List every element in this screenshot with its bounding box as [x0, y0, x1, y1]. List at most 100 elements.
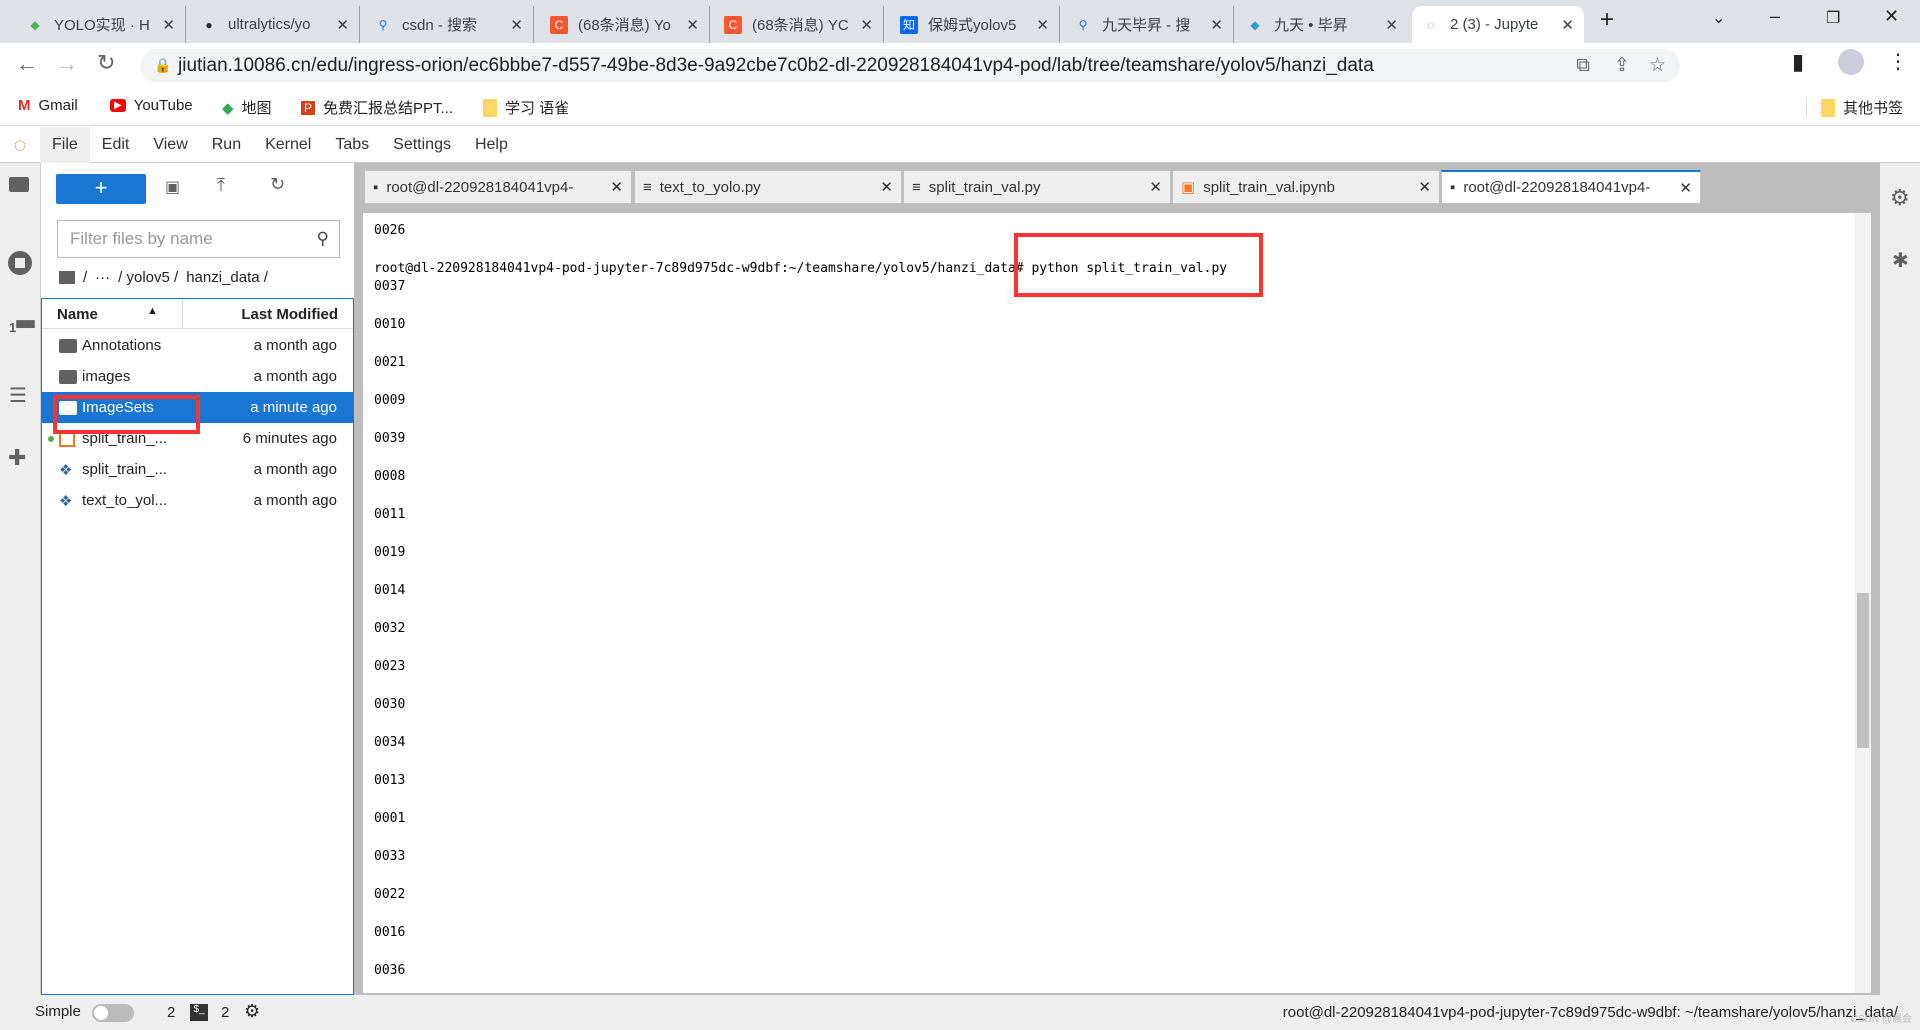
forward-icon[interactable]: → [56, 51, 78, 77]
file-row[interactable]: images a month ago [42, 361, 353, 392]
document-tab[interactable]: ≡ split_train_val.py ✕ [903, 170, 1171, 204]
tab-title: csdn - 搜索 [402, 17, 478, 34]
debugger-icon[interactable]: ✱ [1892, 248, 1909, 273]
menu-tabs[interactable]: Tabs [323, 127, 381, 163]
close-tab-icon[interactable]: ✕ [610, 178, 623, 196]
file-browser-icon[interactable] [9, 177, 29, 192]
close-window-icon[interactable]: ✕ [1884, 6, 1899, 27]
document-tab[interactable]: ▪ root@dl-220928184041vp4- ✕ [1441, 170, 1701, 204]
browser-tab[interactable]: ◌ 2 (3) - Jupyte ✕ [1412, 6, 1584, 43]
close-tab-icon[interactable]: ✕ [1679, 179, 1692, 197]
upload-icon[interactable]: ⤒ [217, 175, 225, 196]
close-tab-icon[interactable]: ✕ [686, 16, 699, 34]
csdn-icon: C [550, 15, 568, 34]
bookmark-label: YouTube [133, 97, 193, 114]
bookmark-maps[interactable]: ◆ 地图 [222, 97, 272, 118]
browser-tab[interactable]: ◆ YOLO实现 · H ✕ [16, 6, 186, 43]
column-name[interactable]: Name [57, 306, 98, 323]
menu-view[interactable]: View [141, 127, 199, 163]
extensions-icon[interactable]: ✚ [8, 445, 26, 471]
terminal-line: 0023 [374, 659, 406, 674]
menu-run[interactable]: Run [200, 127, 253, 163]
breadcrumb-root[interactable]: / [83, 269, 87, 286]
refresh-icon[interactable]: ↻ [270, 174, 285, 195]
share-icon[interactable]: ⇪ [1614, 49, 1630, 82]
close-tab-icon[interactable]: ✕ [162, 16, 175, 34]
translate-icon[interactable]: ⧉ [1576, 49, 1590, 82]
browser-tab[interactable]: ⚲ csdn - 搜索 ✕ [364, 6, 534, 43]
file-name: text_to_yol... [82, 492, 168, 509]
home-folder-icon[interactable] [59, 271, 75, 284]
running-sessions-icon[interactable] [8, 251, 32, 275]
filter-files-input[interactable]: Filter files by name ⚲ [57, 220, 340, 258]
close-tab-icon[interactable]: ✕ [880, 178, 893, 196]
bookmark-ppt[interactable]: P 免费汇报总结PPT... [301, 97, 453, 118]
toc-icon[interactable]: ☰ [9, 383, 27, 408]
close-tab-icon[interactable]: ✕ [1210, 16, 1223, 34]
close-tab-icon[interactable]: ✕ [1036, 16, 1049, 34]
bookmark-star-icon[interactable]: ☆ [1649, 49, 1666, 82]
menu-settings[interactable]: Settings [381, 127, 463, 163]
browser-tab[interactable]: C (68条消息) YC ✕ [714, 6, 884, 43]
file-row[interactable]: ❖ split_train_... a month ago [42, 454, 353, 485]
bookmark-label: 地图 [241, 100, 272, 117]
file-modified: a month ago [253, 461, 337, 478]
close-tab-icon[interactable]: ✕ [1385, 16, 1398, 34]
document-tab[interactable]: ▣ split_train_val.ipynb ✕ [1172, 170, 1440, 204]
menu-icon[interactable]: ⋮ [1888, 49, 1908, 74]
new-launcher-button[interactable]: + [56, 174, 146, 204]
close-tab-icon[interactable]: ✕ [1561, 16, 1574, 34]
close-tab-icon[interactable]: ✕ [336, 16, 349, 34]
browser-tab[interactable]: ◆ 九天 • 毕昇 ✕ [1236, 6, 1408, 43]
tab-title: (68条消息) Yo [578, 17, 671, 34]
bookmarks-bar: M Gmail ▶ YouTube ◆ 地图 P 免费汇报总结PPT... 学习 语雀 … [0, 88, 1920, 126]
reload-icon[interactable]: ↻ [97, 50, 115, 76]
back-icon[interactable]: ← [16, 51, 38, 77]
new-tab-icon[interactable]: + [1600, 6, 1614, 34]
url-input[interactable]: 🔒 jiutian.10086.cn/edu/ingress-orion/ec6b… [140, 49, 1680, 82]
browser-tab[interactable]: 知保姆式yolov5 ✕ [890, 6, 1060, 43]
tab-label: split_train_val.ipynb [1203, 178, 1335, 196]
browser-tab[interactable]: ● ultralytics/yo ✕ [190, 6, 360, 43]
restore-icon[interactable]: ❐ [1826, 8, 1840, 28]
terminal[interactable]: 0026 root@dl-220928184041vp4-pod-jupyter… [363, 213, 1871, 993]
document-tab[interactable]: ▪ root@dl-220928184041vp4- ✕ [364, 170, 632, 204]
side-panel-icon[interactable]: ▮ [1792, 49, 1804, 75]
close-tab-icon[interactable]: ✕ [860, 16, 873, 34]
browser-tab[interactable]: C (68条消息) Yo ✕ [540, 6, 710, 43]
feather-icon: ◆ [30, 17, 40, 32]
status-path: root@dl-220928184041vp4-pod-jupyter-7c89… [1282, 1004, 1898, 1021]
simple-mode-toggle[interactable] [92, 1004, 134, 1022]
other-bookmarks[interactable]: 其他书签 [1806, 97, 1903, 118]
bookmark-youtube[interactable]: ▶ YouTube [110, 97, 193, 114]
tab-search-icon[interactable]: ⌄ [1712, 8, 1725, 28]
document-tab[interactable]: ≡ text_to_yolo.py ✕ [634, 170, 902, 204]
file-row[interactable]: Annotations a month ago [42, 330, 353, 361]
commands-icon[interactable]: 1▀▀ [9, 320, 35, 335]
menu-file[interactable]: File [40, 126, 90, 163]
browser-tab[interactable]: ⚲ 九天毕昇 - 搜 ✕ [1064, 6, 1234, 43]
menu-kernel[interactable]: Kernel [253, 127, 323, 163]
close-tab-icon[interactable]: ✕ [1149, 178, 1162, 196]
property-inspector-icon[interactable]: ⚙ [1890, 185, 1910, 211]
bookmark-gmail[interactable]: M Gmail [18, 97, 78, 114]
bookmark-folder[interactable]: 学习 语雀 [483, 97, 569, 118]
close-tab-icon[interactable]: ✕ [1418, 178, 1431, 196]
breadcrumb-yolov5[interactable]: / yolov5 / [118, 269, 178, 286]
close-tab-icon[interactable]: ✕ [510, 16, 523, 34]
kernel-count[interactable]: 2 [167, 1004, 175, 1021]
folder-icon [483, 98, 497, 117]
profile-avatar[interactable] [1838, 49, 1864, 75]
file-row[interactable]: ❖ text_to_yol... a month ago [42, 485, 353, 516]
python-file-icon: ❖ [59, 461, 73, 479]
breadcrumb-ellipsis[interactable]: ··· [95, 269, 110, 286]
menu-edit[interactable]: Edit [90, 127, 142, 163]
column-last-modified[interactable]: Last Modified [241, 306, 338, 323]
terminal-line: 0026 [374, 223, 406, 238]
new-folder-icon[interactable]: ▣ [165, 177, 180, 197]
terminal-scrollbar[interactable] [1855, 213, 1871, 993]
terminal-count[interactable]: 2 [221, 1004, 229, 1021]
menu-help[interactable]: Help [463, 127, 520, 163]
minimize-icon[interactable]: – [1770, 6, 1780, 27]
breadcrumb-hanzi-data[interactable]: hanzi_data / [186, 269, 268, 286]
